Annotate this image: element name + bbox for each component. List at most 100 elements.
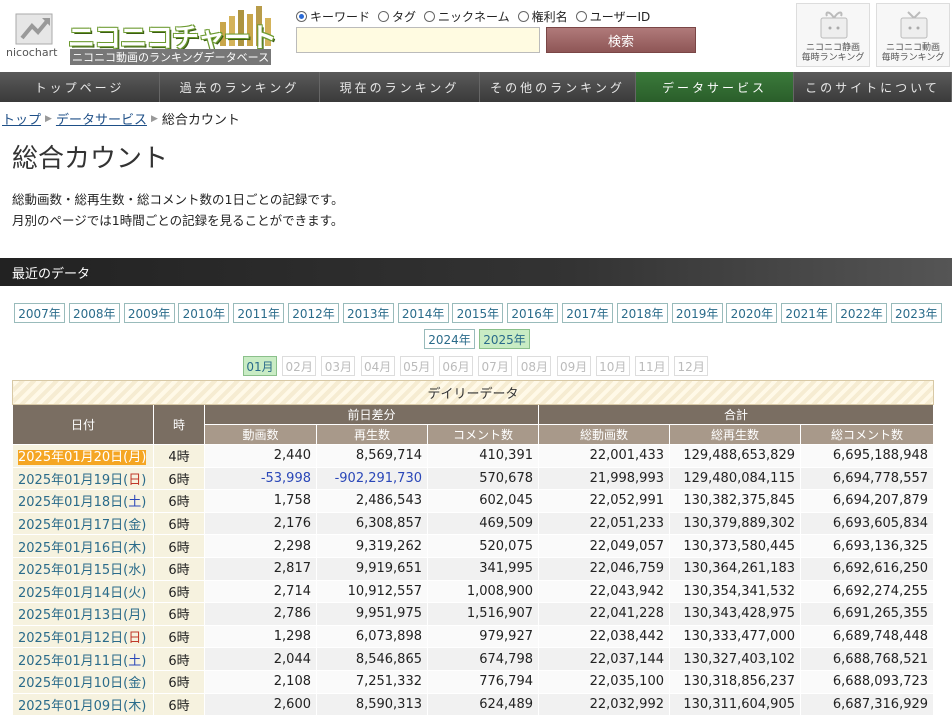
value-cell-tv: 22,032,992 (538, 692, 670, 716)
main-nav: トップページ 過去のランキング 現在のランキング その他のランキング データサービス この… (0, 72, 952, 102)
weekday-text: 木 (128, 540, 142, 556)
search-type-radio[interactable]: キーワード (296, 8, 370, 25)
year-button[interactable]: 2007年 (14, 303, 65, 323)
month-button: 04月 (360, 356, 395, 376)
nav-item[interactable]: 現在のランキング (320, 72, 480, 102)
header-total-views: 総再生数 (669, 424, 801, 445)
year-button[interactable]: 2023年 (890, 303, 942, 323)
year-button[interactable]: 2009年 (123, 303, 175, 323)
year-button[interactable]: 2014年 (397, 303, 449, 323)
date-cell[interactable]: 2025年01月09日(木) (12, 692, 154, 716)
date-link[interactable]: 2025年01月14日(火) (18, 586, 146, 601)
nav-item[interactable]: 過去のランキング (160, 72, 320, 102)
date-cell[interactable]: 2025年01月16日(木) (12, 534, 154, 558)
header-date: 日付 (12, 404, 154, 445)
seiga-hourly-ranking-link[interactable]: ニコニコ静画 毎時ランキング (796, 3, 870, 67)
weekday-text: 月 (128, 608, 142, 624)
search-button[interactable]: 検索 (546, 27, 696, 53)
year-button[interactable]: 2024年 (424, 329, 475, 349)
weekday-text: 月 (128, 450, 142, 466)
value-cell-tv: 22,043,942 (538, 579, 670, 604)
breadcrumb-dataservice-link[interactable]: データサービス (56, 109, 147, 128)
year-button[interactable]: 2013年 (342, 303, 394, 323)
table-row: 2025年01月17日(金) 6時 2,176 6,308,857 469,509 22,… (12, 511, 935, 536)
date-link[interactable]: 2025年01月11日(土) (18, 654, 146, 669)
date-cell[interactable]: 2025年01月18日(土) (12, 489, 154, 513)
hour-cell: 6時 (153, 511, 205, 536)
radio-dot-icon (378, 11, 390, 22)
date-link[interactable]: 2025年01月18日(土) (18, 495, 146, 510)
year-button[interactable]: 2016年 (507, 303, 559, 323)
year-button[interactable]: 2020年 (726, 303, 778, 323)
search-type-label: タグ (392, 10, 417, 24)
search-type-radio[interactable]: ユーザーID (575, 8, 650, 25)
date-cell[interactable]: 2025年01月11日(土) (12, 647, 154, 671)
date-link[interactable]: 2025年01月16日(木) (18, 541, 146, 556)
value-cell-dv: 2,044 (204, 647, 317, 671)
year-button[interactable]: 2010年 (178, 303, 230, 323)
table-row: 2025年01月09日(木) 6時 2,600 8,590,313 624,489 22,… (12, 692, 935, 716)
value-cell-tc: 6,688,768,521 (799, 647, 935, 671)
date-cell[interactable]: 2025年01月15日(水) (12, 556, 154, 581)
search-form: キーワード タグ ニックネーム 権利名 ユーザーID 検索 (296, 8, 706, 56)
date-text: 2025年01月09日 (18, 698, 124, 714)
date-link[interactable]: 2025年01月17日(金) (18, 518, 146, 533)
chart-arrow-icon (15, 13, 53, 45)
value-cell-tv: 22,037,144 (538, 647, 670, 671)
search-type-radio[interactable]: タグ (378, 8, 416, 25)
year-button[interactable]: 2015年 (452, 303, 504, 323)
search-input[interactable] (296, 27, 540, 53)
nav-item[interactable]: その他のランキング (480, 72, 636, 102)
month-button: 10月 (595, 356, 630, 376)
date-link[interactable]: 2025年01月20日(月) (18, 450, 147, 466)
site-logo[interactable]: nicochart ニコニコチャート ニコニコ動画のランキングデータベース (4, 4, 277, 66)
date-cell[interactable]: 2025年01月17日(金) (12, 511, 154, 536)
year-button[interactable]: 2021年 (781, 303, 833, 323)
year-button[interactable]: 2011年 (233, 303, 285, 323)
nav-item[interactable]: データサービス (636, 72, 794, 102)
year-button[interactable]: 2012年 (288, 303, 339, 323)
date-link[interactable]: 2025年01月15日(水) (18, 563, 146, 578)
date-cell[interactable]: 2025年01月20日(月) (12, 444, 154, 468)
value-cell-tv: 22,041,228 (538, 602, 670, 626)
year-button[interactable]: 2018年 (616, 303, 668, 323)
value-cell-tv: 22,052,991 (538, 489, 670, 513)
header-total-group: 合計 (537, 404, 935, 425)
nav-item[interactable]: トップページ (0, 72, 160, 102)
seiga-tv-icon (820, 11, 848, 39)
table-row: 2025年01月19日(日) 6時 -53,998 -902,291,730 570,6… (12, 466, 935, 491)
year-button[interactable]: 2025年 (479, 329, 530, 349)
value-cell-tv: 22,051,233 (538, 511, 670, 536)
nav-item[interactable]: このサイトについて (794, 72, 952, 102)
year-button[interactable]: 2019年 (671, 303, 723, 323)
hour-cell: 6時 (153, 602, 205, 626)
month-button: 07月 (478, 356, 513, 376)
search-type-radio[interactable]: ニックネーム (424, 8, 510, 25)
logo-small-text: nicochart (6, 46, 58, 59)
date-text: 2025年01月10日 (18, 676, 124, 692)
value-cell-tc: 6,695,188,948 (799, 444, 935, 468)
search-type-radio[interactable]: 権利名 (517, 8, 568, 25)
value-cell-dp: 2,486,543 (316, 489, 428, 513)
search-type-label: ニックネーム (438, 10, 510, 24)
date-link[interactable]: 2025年01月19日(日) (18, 473, 146, 488)
month-button[interactable]: 01月 (243, 356, 277, 376)
date-cell[interactable]: 2025年01月10日(金) (12, 669, 154, 694)
year-button[interactable]: 2017年 (562, 303, 613, 323)
date-link[interactable]: 2025年01月13日(月) (18, 608, 146, 623)
date-cell[interactable]: 2025年01月13日(月) (12, 602, 154, 626)
value-cell-dp: 8,569,714 (316, 444, 428, 468)
date-link[interactable]: 2025年01月10日(金) (18, 676, 146, 691)
date-text: 2025年01月17日 (18, 518, 124, 534)
year-button[interactable]: 2008年 (68, 303, 120, 323)
value-cell-dp: 7,251,332 (316, 669, 428, 694)
breadcrumb-top-link[interactable]: トップ (2, 109, 41, 128)
date-cell[interactable]: 2025年01月19日(日) (12, 466, 154, 491)
year-button[interactable]: 2022年 (836, 303, 887, 323)
date-cell[interactable]: 2025年01月12日(日) (12, 624, 154, 649)
douga-hourly-ranking-link[interactable]: ニコニコ動画 毎時ランキング (876, 3, 950, 67)
value-cell-dc: 469,509 (427, 511, 539, 536)
date-cell[interactable]: 2025年01月14日(火) (12, 579, 154, 604)
date-link[interactable]: 2025年01月09日(木) (18, 699, 146, 714)
date-link[interactable]: 2025年01月12日(日) (18, 631, 146, 646)
